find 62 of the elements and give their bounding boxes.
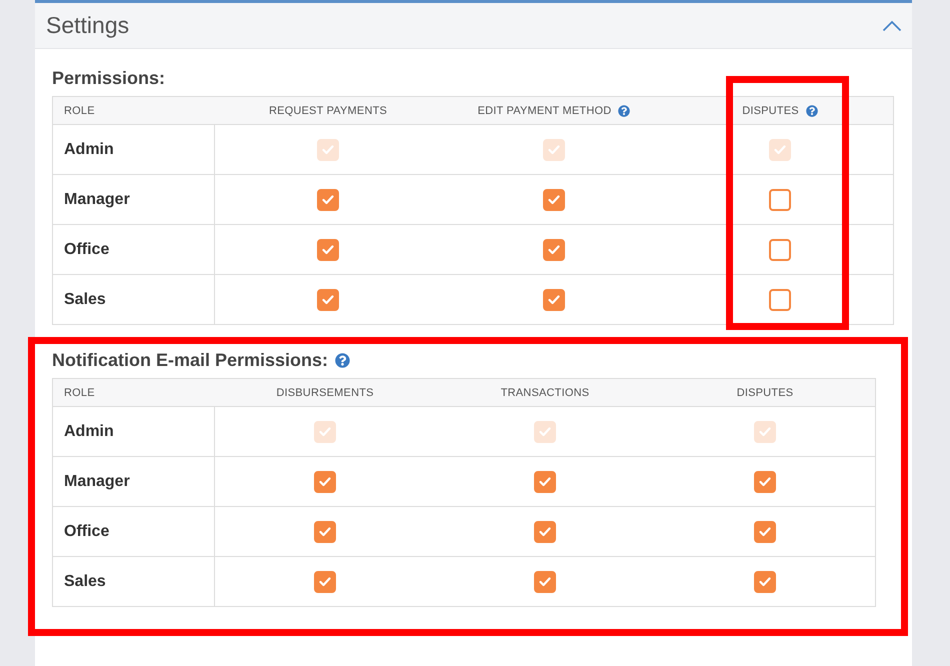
- check-icon: [759, 476, 771, 486]
- checkbox[interactable]: [534, 520, 556, 542]
- checkbox[interactable]: [754, 520, 776, 542]
- check-icon: [548, 144, 560, 154]
- check-icon: [319, 476, 331, 486]
- column-label: EDIT PAYMENT METHOD: [478, 104, 612, 116]
- check-icon: [548, 294, 560, 304]
- check-icon: [548, 244, 560, 254]
- check-icon: [322, 294, 334, 304]
- column-label: TRANSACTIONS: [500, 386, 590, 398]
- check-icon: [548, 194, 560, 204]
- help-icon[interactable]: [335, 352, 350, 368]
- role-name: Office: [64, 240, 110, 258]
- check-icon: [539, 426, 551, 436]
- role-name: Sales: [64, 572, 106, 590]
- check-icon: [319, 526, 331, 536]
- chevron-up-icon[interactable]: [882, 20, 902, 32]
- checkbox[interactable]: [534, 470, 556, 492]
- checkbox[interactable]: [769, 188, 791, 210]
- column-label: DISBURSEMENTS: [276, 386, 374, 398]
- check-icon: [319, 426, 331, 436]
- check-icon: [759, 576, 771, 586]
- role-name: Manager: [64, 472, 130, 490]
- check-icon: [322, 144, 334, 154]
- checkbox[interactable]: [314, 470, 336, 492]
- check-icon: [322, 194, 334, 204]
- check-icon: [539, 476, 551, 486]
- checkbox[interactable]: [317, 288, 339, 310]
- checkbox[interactable]: [534, 570, 556, 592]
- column-label: REQUEST PAYMENTS: [268, 104, 388, 116]
- help-icon[interactable]: [618, 104, 630, 116]
- checkbox[interactable]: [317, 188, 339, 210]
- role-name: Admin: [64, 422, 114, 440]
- check-icon: [759, 526, 771, 536]
- column-label: ROLE: [64, 386, 95, 398]
- section-heading: Permissions:: [52, 68, 166, 88]
- section-heading: Notification E-mail Permissions:: [52, 350, 328, 370]
- column-label: ROLE: [64, 104, 95, 116]
- checkbox[interactable]: [769, 288, 791, 310]
- check-icon: [319, 576, 331, 586]
- column-label: DISPUTES: [742, 104, 799, 116]
- checkbox[interactable]: [543, 238, 565, 260]
- checkbox[interactable]: [543, 288, 565, 310]
- check-icon: [774, 144, 786, 154]
- check-icon: [539, 576, 551, 586]
- checkbox[interactable]: [769, 238, 791, 260]
- role-name: Office: [64, 522, 110, 540]
- checkbox[interactable]: [317, 238, 339, 260]
- panel-title: Settings: [46, 12, 130, 39]
- check-icon: [759, 426, 771, 436]
- checkbox[interactable]: [754, 570, 776, 592]
- checkbox[interactable]: [314, 520, 336, 542]
- checkbox[interactable]: [543, 188, 565, 210]
- check-icon: [539, 526, 551, 536]
- checkbox[interactable]: [754, 470, 776, 492]
- role-name: Sales: [64, 290, 106, 308]
- check-icon: [322, 244, 334, 254]
- help-icon[interactable]: [806, 104, 818, 116]
- role-name: Manager: [64, 190, 130, 208]
- column-label: DISPUTES: [736, 386, 794, 398]
- checkbox[interactable]: [314, 570, 336, 592]
- role-name: Admin: [64, 140, 114, 158]
